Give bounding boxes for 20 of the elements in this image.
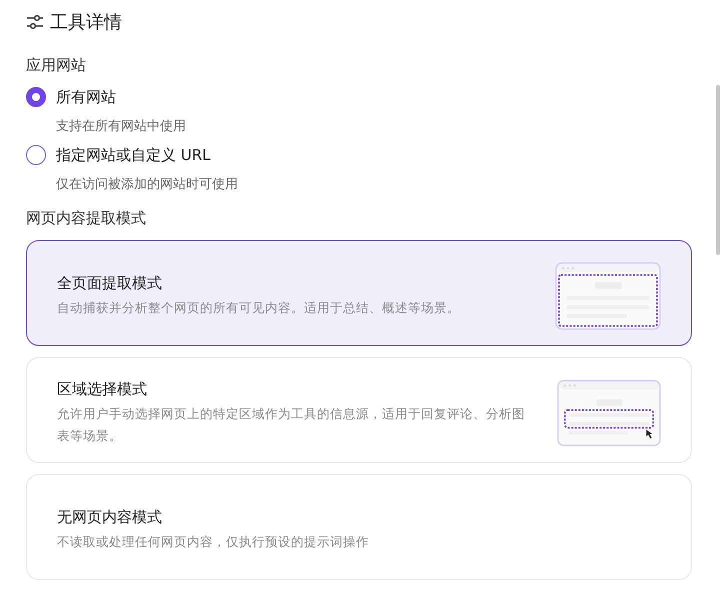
panel-title: 工具详情 — [50, 11, 122, 34]
mode-title: 全页面提取模式 — [57, 274, 163, 292]
option-label[interactable]: 所有网站 — [56, 88, 116, 106]
mode-title: 区域选择模式 — [57, 380, 148, 398]
mode-description: 不读取或处理任何网页内容，仅执行预设的提示词操作 — [57, 532, 369, 550]
mode-card[interactable]: 区域选择模式 允许用户手动选择网页上的特定区域作为工具的信息源，适用于回复评论、分析图表等场景。 — [26, 357, 692, 463]
option-label[interactable]: 指定网站或自定义 URL — [56, 146, 211, 164]
mode-description: 自动捕获并分析整个网页的所有可见内容。适用于总结、概述等场景。 — [57, 298, 460, 316]
mode-description: 允许用户手动选择网页上的特定区域作为工具的信息源，适用于回复评论、分析图表等场景。 — [57, 404, 526, 444]
option-hint: 仅在访问被添加的网站时可使用 — [56, 176, 239, 193]
radio-button[interactable] — [26, 87, 46, 107]
option-hint: 支持在所有网站中使用 — [56, 118, 187, 135]
mode-title: 无网页内容模式 — [57, 508, 163, 526]
section-label: 网页内容提取模式 — [26, 209, 147, 228]
section-label: 应用网站 — [26, 56, 87, 75]
mode-card[interactable]: 无网页内容模式 不读取或处理任何网页内容，仅执行预设的提示词操作 — [26, 474, 692, 580]
mode-card[interactable]: 全页面提取模式 自动捕获并分析整个网页的所有可见内容。适用于总结、概述等场景。 — [26, 240, 692, 346]
scrollbar-thumb[interactable] — [716, 85, 720, 255]
radio-button[interactable] — [26, 145, 46, 165]
sliders-icon — [26, 14, 44, 30]
